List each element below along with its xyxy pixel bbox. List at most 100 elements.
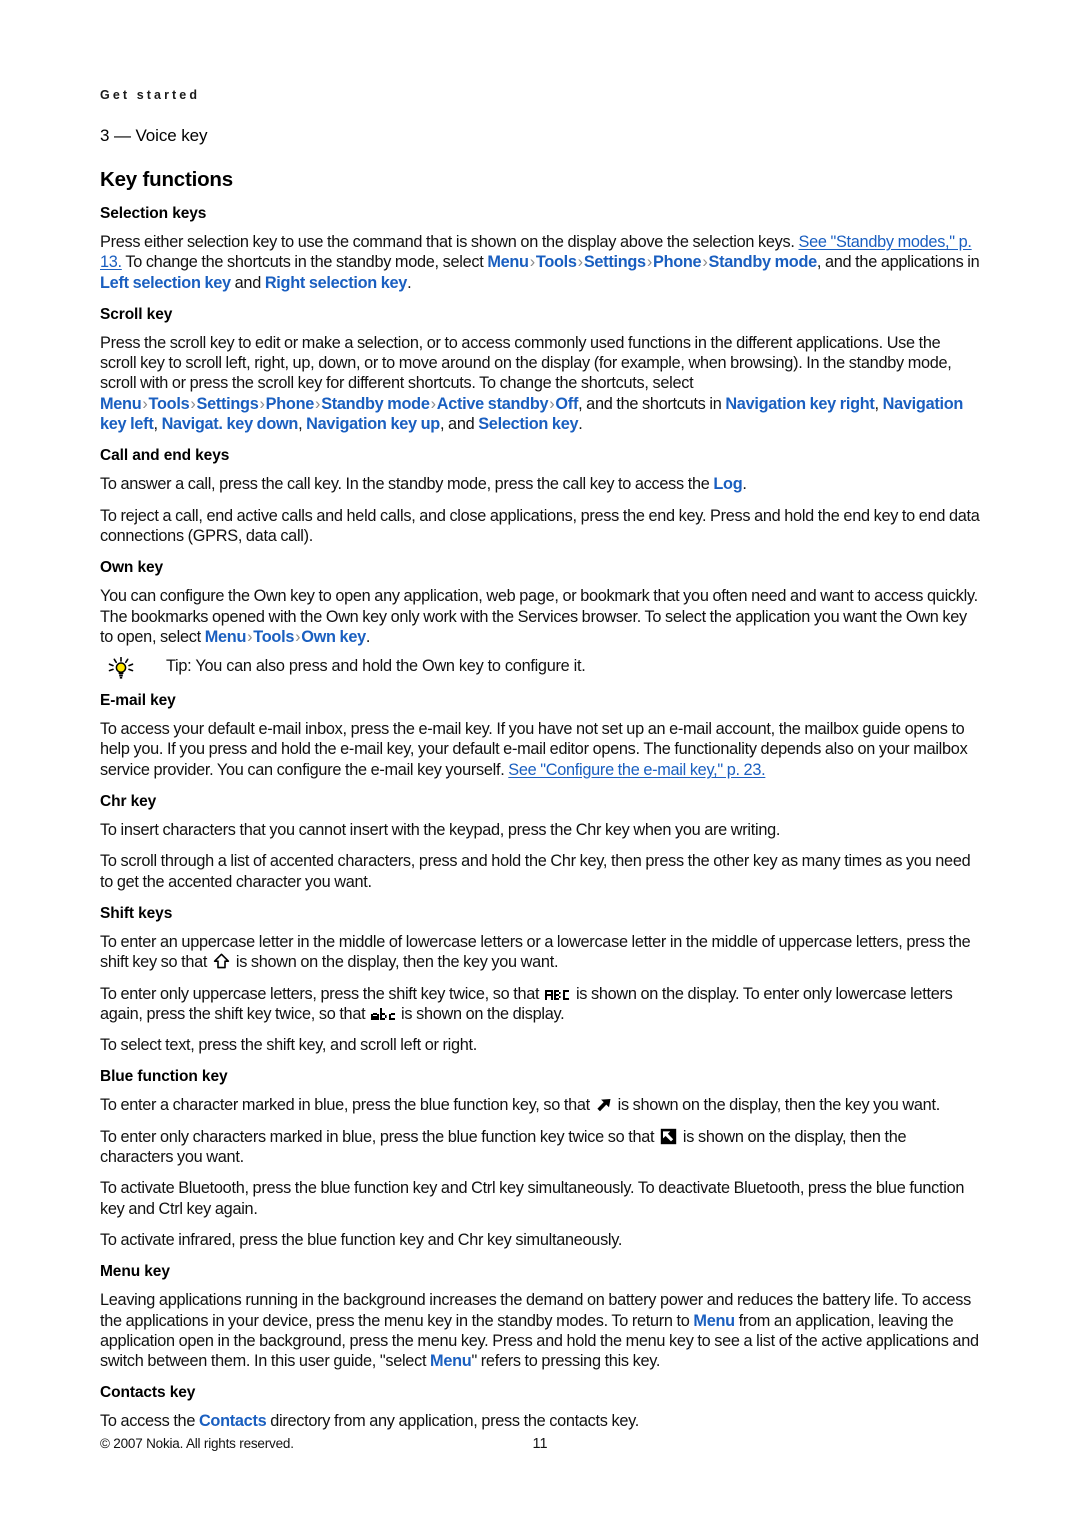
heading-shift-keys: Shift keys (100, 904, 173, 922)
paragraph-shift-keys-1: To enter an uppercase letter in the midd… (100, 932, 980, 973)
ui-term-tools: Tools (535, 253, 577, 272)
text-run: " refers to pressing this key. (471, 1352, 661, 1371)
text-run: is shown on the display, then the key yo… (613, 1096, 941, 1115)
lightbulb-tip-icon (106, 657, 150, 679)
footer-copyright: © 2007 Nokia. All rights reserved. (100, 1436, 294, 1451)
text-run: To answer a call, press the call key. In… (100, 475, 714, 494)
heading-own-key: Own key (100, 559, 164, 577)
text-run: and (230, 273, 265, 292)
menu-separator-icon: › (190, 394, 196, 413)
paragraph-end-key: To reject a call, end active calls and h… (100, 506, 980, 545)
tip-text: Tip: You can also press and hold the Own… (166, 657, 586, 676)
text-run: directory from any application, press th… (266, 1412, 640, 1431)
heading-menu-key: Menu key (100, 1263, 170, 1281)
ui-term-settings: Settings (583, 253, 646, 272)
ui-term-phone: Phone (265, 394, 315, 413)
menu-separator-icon: › (259, 394, 265, 413)
heading-call-and-end-keys: Call and end keys (100, 447, 230, 465)
paragraph-own-key: You can configure the Own key to open an… (100, 586, 980, 647)
paragraph-email-key: To access your default e-mail inbox, pre… (100, 719, 980, 780)
blue-function-arrow-boxed-icon (660, 1128, 677, 1145)
text-run: , and (439, 415, 479, 434)
item-line-voice-key: 3 — Voice key (100, 126, 208, 145)
paragraph-blue-function-key-4: To activate infrared, press the blue fun… (100, 1230, 623, 1249)
abc-uppercase-indicator-icon (545, 988, 570, 1002)
ui-term-menu: Menu (204, 627, 247, 646)
heading-email-key: E-mail key (100, 692, 176, 710)
text-run: . (742, 475, 747, 494)
text-run: . (365, 627, 371, 646)
text-run: To change the shortcuts in the standby m… (121, 253, 488, 272)
tip-block: Tip: You can also press and hold the Own… (100, 656, 980, 679)
ui-term-menu: Menu (693, 1311, 735, 1330)
ui-term-tools: Tools (253, 627, 295, 646)
ui-term-tools: Tools (148, 394, 190, 413)
heading-scroll-key: Scroll key (100, 305, 173, 323)
text-run: Press either selection key to use the co… (100, 233, 799, 251)
paragraph-blue-function-key-2: To enter only characters marked in blue,… (100, 1127, 980, 1168)
running-header: Get started (100, 88, 201, 102)
paragraph-menu-key: Leaving applications running in the back… (100, 1290, 980, 1371)
ui-term-navigation-key-up: Navigation key up (306, 415, 440, 434)
ui-term-navigation-key-right: Navigation key right (725, 394, 875, 413)
text-run: is shown on the display, then the key yo… (232, 953, 559, 972)
shift-arrow-up-icon (213, 953, 230, 970)
paragraph-chr-key-2: To scroll through a list of accented cha… (100, 852, 971, 891)
blue-function-arrow-icon (596, 1098, 612, 1113)
paragraph-blue-function-key-1: To enter a character marked in blue, pre… (100, 1095, 980, 1115)
menu-separator-icon: › (430, 394, 436, 413)
menu-separator-icon: › (702, 253, 708, 272)
text-run: To enter only uppercase letters, press t… (100, 984, 544, 1003)
text-run: , (153, 415, 162, 434)
ui-term-standby-mode: Standby mode (708, 253, 818, 272)
menu-separator-icon: › (529, 253, 535, 272)
text-run: , (298, 415, 307, 434)
page-footer: © 2007 Nokia. All rights reserved. 11 (100, 1436, 980, 1452)
ui-term-left-selection-key: Left selection key (100, 273, 231, 292)
ui-term-active-standby: Active standby (436, 394, 549, 413)
text-run: To access the (100, 1412, 199, 1431)
ui-term-selection-key: Selection key (478, 415, 579, 434)
abc-lowercase-indicator-icon (371, 1007, 396, 1022)
text-run: To enter a character marked in blue, pre… (100, 1096, 594, 1115)
ui-term-menu: Menu (100, 394, 142, 413)
ui-term-phone: Phone (652, 253, 702, 272)
text-run: is shown on the display. (397, 1004, 565, 1023)
ui-term-menu: Menu (430, 1352, 472, 1371)
text-run: , and the applications in (816, 253, 980, 272)
paragraph-contacts-key: To access the Contacts directory from an… (100, 1411, 980, 1431)
paragraph-shift-keys-3: To select text, press the shift key, and… (100, 1036, 477, 1055)
document-page: Get started 3 — Voice key Key functions … (0, 0, 1080, 1527)
heading-selection-keys: Selection keys (100, 205, 207, 222)
heading-blue-function-key: Blue function key (100, 1068, 228, 1086)
paragraph-selection-keys: Press either selection key to use the co… (100, 232, 980, 293)
xref-configure-email-key[interactable]: See "Configure the e-mail key," p. 23. (508, 761, 765, 779)
paragraph-scroll-key: Press the scroll key to edit or make a s… (100, 333, 980, 434)
ui-term-menu: Menu (487, 253, 529, 272)
paragraph-blue-function-key-3: To activate Bluetooth, press the blue fu… (100, 1179, 965, 1218)
text-run: Press the scroll key to edit or make a s… (100, 333, 952, 393)
text-run: , (874, 394, 883, 413)
ui-term-off: Off (555, 394, 579, 413)
heading-chr-key: Chr key (100, 793, 157, 811)
ui-term-contacts: Contacts (198, 1412, 267, 1431)
ui-term-log: Log (713, 475, 743, 494)
ui-term-standby-mode: Standby mode (321, 394, 430, 413)
page-title: Key functions (100, 168, 233, 191)
menu-separator-icon: › (577, 253, 583, 272)
paragraph-shift-keys-2: To enter only uppercase letters, press t… (100, 984, 980, 1025)
footer-page-number: 11 (532, 1436, 548, 1452)
text-run: . (407, 273, 412, 292)
ui-term-own-key: Own key (301, 627, 366, 646)
heading-contacts-key: Contacts key (100, 1384, 196, 1402)
ui-term-navigat-key-down: Navigat. key down (161, 415, 299, 434)
text-run: To enter only characters marked in blue,… (100, 1127, 659, 1146)
ui-term-right-selection-key: Right selection key (264, 273, 408, 292)
ui-term-settings: Settings (196, 394, 259, 413)
text-run: , and the shortcuts in (578, 394, 726, 413)
paragraph-call-key: To answer a call, press the call key. In… (100, 474, 980, 494)
paragraph-chr-key-1: To insert characters that you cannot ins… (100, 821, 781, 840)
text-run: . (578, 415, 583, 434)
menu-separator-icon: › (646, 253, 652, 272)
menu-separator-icon: › (142, 394, 148, 413)
